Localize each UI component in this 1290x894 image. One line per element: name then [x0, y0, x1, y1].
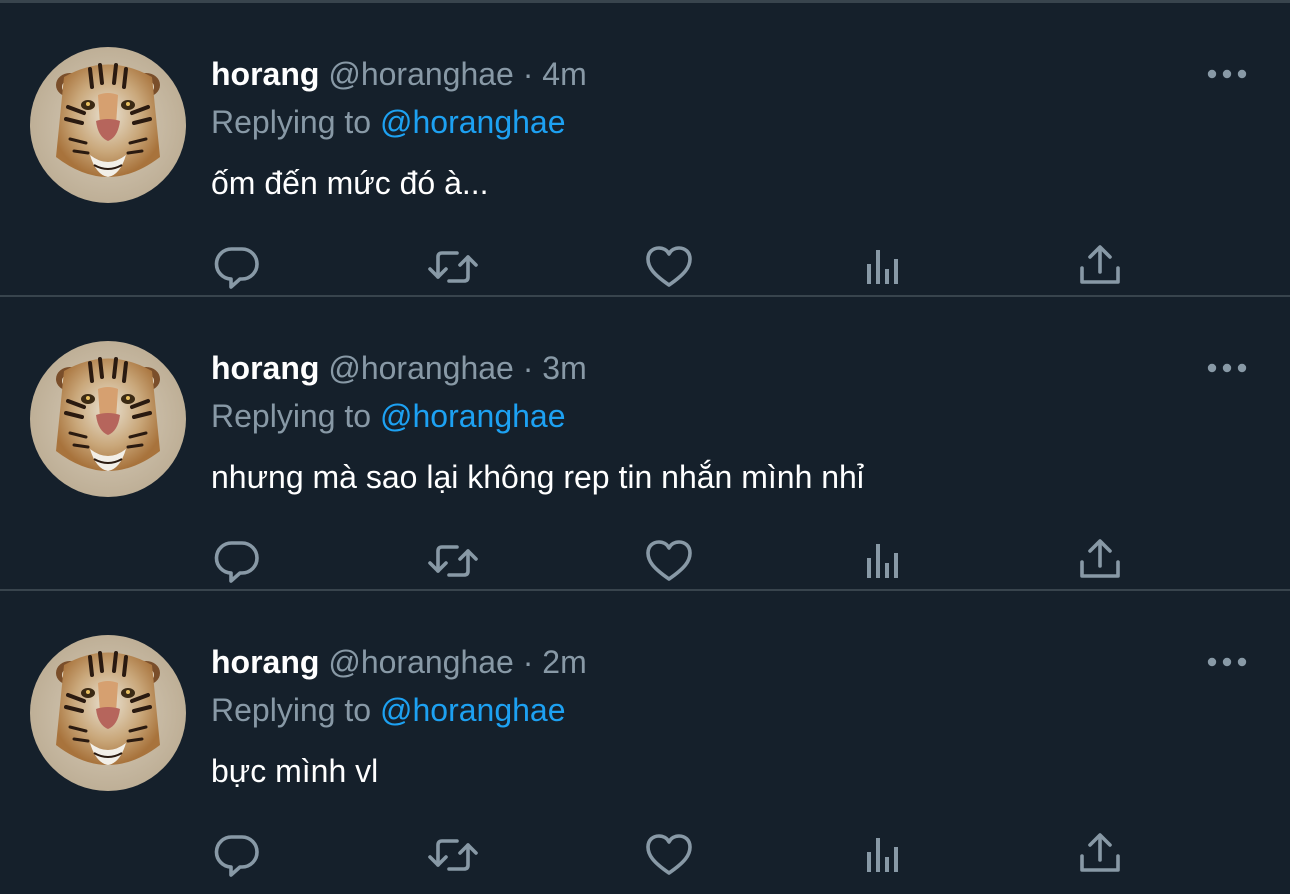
separator-dot: · — [522, 350, 534, 386]
like-button[interactable] — [643, 241, 695, 293]
more-horizontal-icon — [1207, 363, 1247, 373]
replying-to-label: Replying to — [211, 692, 372, 728]
bar-chart-icon — [867, 544, 898, 578]
share-button[interactable] — [1075, 829, 1127, 881]
timestamp[interactable]: 3m — [542, 350, 586, 386]
user-handle[interactable]: @horanghae — [328, 56, 514, 92]
timestamp[interactable]: 4m — [542, 56, 586, 92]
bar-chart-icon — [867, 250, 898, 284]
replying-to-label: Replying to — [211, 104, 372, 140]
separator-dot: · — [522, 644, 534, 680]
bar-chart-icon — [867, 838, 898, 872]
retweet-icon — [428, 251, 478, 283]
user-handle[interactable]: @horanghae — [328, 350, 514, 386]
heart-icon — [646, 246, 692, 287]
tweet-header: horang @horanghae · 4m — [211, 54, 587, 94]
replying-to: Replying to @horanghae — [211, 102, 566, 142]
tweet-text: bực mình vl — [211, 753, 379, 789]
avatar[interactable] — [30, 341, 186, 497]
display-name[interactable]: horang — [211, 644, 319, 680]
tweet-text: ốm đến mức đó à... — [211, 165, 489, 201]
heart-icon — [646, 834, 692, 875]
reply-button[interactable] — [211, 829, 263, 881]
analytics-button[interactable] — [859, 829, 911, 881]
reply-button[interactable] — [211, 241, 263, 293]
reply-thread: horang @horanghae · 4m Replying to @hora… — [0, 0, 1290, 894]
more-options-button[interactable] — [1206, 65, 1248, 83]
like-button[interactable] — [643, 829, 695, 881]
avatar[interactable] — [30, 635, 186, 791]
tweet-header: horang @horanghae · 3m — [211, 348, 587, 388]
reply-bubble-icon — [214, 835, 259, 877]
like-button[interactable] — [643, 535, 695, 587]
share-button[interactable] — [1075, 241, 1127, 293]
display-name[interactable]: horang — [211, 350, 319, 386]
share-button[interactable] — [1075, 535, 1127, 587]
retweet-button[interactable] — [427, 535, 479, 587]
replying-to-label: Replying to — [211, 398, 372, 434]
replying-to: Replying to @horanghae — [211, 396, 566, 436]
heart-icon — [646, 540, 692, 581]
tiger-avatar-icon — [30, 47, 186, 203]
analytics-button[interactable] — [859, 241, 911, 293]
tweet-reply[interactable]: horang @horanghae · 4m Replying to @hora… — [0, 3, 1290, 297]
retweet-icon — [428, 545, 478, 577]
separator-dot: · — [522, 56, 534, 92]
replying-to: Replying to @horanghae — [211, 690, 566, 730]
analytics-button[interactable] — [859, 535, 911, 587]
replying-to-handle-link[interactable]: @horanghae — [380, 692, 566, 728]
more-options-button[interactable] — [1206, 653, 1248, 671]
replying-to-handle-link[interactable]: @horanghae — [380, 104, 566, 140]
tweet-header: horang @horanghae · 2m — [211, 642, 587, 682]
user-handle[interactable]: @horanghae — [328, 644, 514, 680]
more-horizontal-icon — [1207, 69, 1247, 79]
tweet-text: nhưng mà sao lại không rep tin nhắn mình… — [211, 459, 864, 495]
avatar[interactable] — [30, 47, 186, 203]
timestamp[interactable]: 2m — [542, 644, 586, 680]
more-options-button[interactable] — [1206, 359, 1248, 377]
retweet-button[interactable] — [427, 829, 479, 881]
tweet-reply[interactable]: horang @horanghae · 3m Replying to @hora… — [0, 297, 1290, 591]
reply-button[interactable] — [211, 535, 263, 587]
replying-to-handle-link[interactable]: @horanghae — [380, 398, 566, 434]
tiger-avatar-icon — [30, 341, 186, 497]
tiger-avatar-icon — [30, 635, 186, 791]
reply-bubble-icon — [214, 247, 259, 289]
share-upload-icon — [1080, 539, 1120, 578]
display-name[interactable]: horang — [211, 56, 319, 92]
retweet-button[interactable] — [427, 241, 479, 293]
tweet-reply[interactable]: horang @horanghae · 2m Replying to @hora… — [0, 591, 1290, 885]
share-upload-icon — [1080, 833, 1120, 872]
retweet-icon — [428, 839, 478, 871]
share-upload-icon — [1080, 245, 1120, 284]
reply-bubble-icon — [214, 541, 259, 583]
more-horizontal-icon — [1207, 657, 1247, 667]
